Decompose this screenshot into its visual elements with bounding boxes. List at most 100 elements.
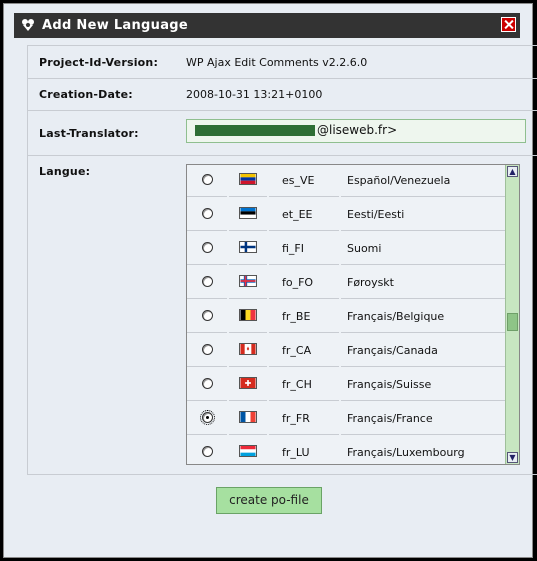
scroll-thumb[interactable] [507, 313, 518, 331]
project-value: WP Ajax Edit Comments v2.2.6.0 [186, 56, 368, 69]
flag-cell [229, 370, 267, 401]
venezuela-flag-icon [239, 173, 257, 185]
language-radio[interactable] [202, 174, 213, 185]
france-flag-icon [239, 411, 257, 423]
radio-cell [187, 438, 227, 464]
code-cell: et_EE [269, 200, 339, 231]
name-cell: Français/Canada [341, 336, 505, 367]
flag-cell [229, 268, 267, 299]
name-cell: Français/Suisse [341, 370, 505, 401]
scroll-down-icon[interactable]: ▼ [507, 452, 518, 463]
language-row-fi_FI[interactable]: fi_FI Suomi [187, 233, 505, 267]
language-name: Español/Venezuela [347, 174, 451, 187]
language-radio[interactable] [202, 310, 213, 321]
name-cell: Français/Belgique [341, 302, 505, 333]
dialog-titlebar[interactable]: Add New Language [14, 13, 520, 38]
radio-cell [187, 302, 227, 333]
name-cell: Français/Luxembourg [341, 438, 505, 464]
flag-cell [229, 302, 267, 333]
language-code: fr_LU [282, 446, 310, 459]
language-radio[interactable] [202, 446, 213, 457]
radio-cell [187, 200, 227, 231]
language-radio[interactable] [202, 378, 213, 389]
scroll-up-icon[interactable]: ▲ [507, 166, 518, 177]
code-cell: fr_LU [269, 438, 339, 464]
dialog-title: Add New Language [42, 18, 188, 33]
project-label: Project-Id-Version: [39, 56, 159, 69]
luxembourg-flag-icon [239, 445, 257, 457]
code-cell: es_VE [269, 166, 339, 197]
language-code: fi_FI [282, 242, 304, 255]
project-row: Project-Id-Version: WP Ajax Edit Comment… [28, 46, 537, 79]
translator-value: @liseweb.fr> [317, 123, 398, 137]
canada-flag-icon [239, 343, 257, 355]
name-cell: Français/France [341, 404, 505, 435]
language-radio[interactable] [202, 276, 213, 287]
code-cell: fi_FI [269, 234, 339, 265]
list-scrollbar[interactable]: ▲ ▼ [505, 165, 519, 464]
faroe-flag-icon [239, 275, 257, 287]
language-row-es_VE[interactable]: es_VE Español/Venezuela [187, 165, 505, 199]
language-code: fo_FO [282, 276, 314, 289]
name-cell: Suomi [341, 234, 505, 265]
language-code: et_EE [282, 208, 313, 221]
language-code: es_VE [282, 174, 315, 187]
language-code: fr_BE [282, 310, 311, 323]
language-row-fr_BE[interactable]: fr_BE Français/Belgique [187, 301, 505, 335]
flag-cell [229, 336, 267, 367]
language-name: Føroyskt [347, 276, 394, 289]
creation-value: 2008-10-31 13:21+0100 [186, 88, 323, 101]
switzerland-flag-icon [239, 377, 257, 389]
language-row-fr_CA[interactable]: fr_CA Français/Canada [187, 335, 505, 369]
radio-cell [187, 234, 227, 265]
language-radio[interactable] [202, 208, 213, 219]
flag-cell [229, 166, 267, 197]
close-button[interactable] [501, 17, 516, 32]
langue-label: Langue: [39, 165, 91, 178]
code-cell: fo_FO [269, 268, 339, 299]
flag-cell [229, 438, 267, 464]
language-name: Français/Canada [347, 344, 438, 357]
language-name: Suomi [347, 242, 382, 255]
language-name: Français/Belgique [347, 310, 445, 323]
translator-label: Last-Translator: [39, 127, 139, 140]
language-icon [22, 19, 34, 31]
language-code: fr_FR [282, 412, 310, 425]
radio-cell [187, 268, 227, 299]
code-cell: fr_FR [269, 404, 339, 435]
language-row-fr_FR[interactable]: fr_FR Français/France [187, 403, 505, 437]
translator-row: Last-Translator: @liseweb.fr> [28, 111, 537, 156]
creation-label: Creation-Date: [39, 88, 133, 101]
code-cell: fr_CH [269, 370, 339, 401]
language-row-et_EE[interactable]: et_EE Eesti/Eesti [187, 199, 505, 233]
language-name: Eesti/Eesti [347, 208, 405, 221]
create-po-file-button[interactable]: create po-file [216, 487, 322, 514]
language-radio[interactable] [202, 344, 213, 355]
language-name: Français/Luxembourg [347, 446, 465, 459]
language-code: fr_CH [282, 378, 312, 391]
finland-flag-icon [239, 241, 257, 253]
flag-cell [229, 200, 267, 231]
estonia-flag-icon [239, 207, 257, 219]
creation-row: Creation-Date: 2008-10-31 13:21+0100 [28, 79, 537, 111]
flag-cell [229, 234, 267, 265]
language-row-fr_LU[interactable]: fr_LU Français/Luxembourg [187, 437, 505, 464]
language-radio[interactable] [200, 410, 215, 425]
redacted-email [195, 125, 315, 136]
flag-cell [229, 404, 267, 435]
code-cell: fr_CA [269, 336, 339, 367]
name-cell: Føroyskt [341, 268, 505, 299]
belgium-flag-icon [239, 309, 257, 321]
language-row-fo_FO[interactable]: fo_FO Føroyskt [187, 267, 505, 301]
radio-cell [187, 336, 227, 367]
translator-input[interactable]: @liseweb.fr> [186, 119, 526, 143]
language-list[interactable]: es_VE Español/Venezuela et_EE Eesti/Eesti fi… [186, 164, 520, 465]
radio-cell [187, 404, 227, 435]
radio-cell [187, 166, 227, 197]
code-cell: fr_BE [269, 302, 339, 333]
language-row-fr_CH[interactable]: fr_CH Français/Suisse [187, 369, 505, 403]
language-name: Français/France [347, 412, 433, 425]
radio-cell [187, 370, 227, 401]
language-radio[interactable] [202, 242, 213, 253]
language-code: fr_CA [282, 344, 312, 357]
